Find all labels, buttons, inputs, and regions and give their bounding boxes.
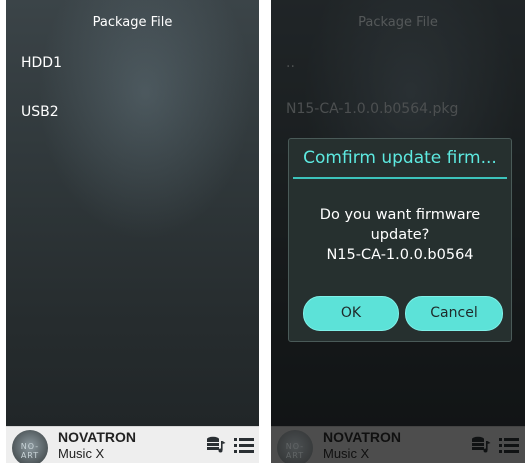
package-file-screen-left: Package File HDD1 USB2 NO-ART NOVATRON M… bbox=[6, 0, 259, 463]
ok-button[interactable]: OK bbox=[303, 296, 399, 331]
dialog-message-filename: N15-CA-1.0.0.b0564 bbox=[326, 247, 474, 263]
dialog-title: Comfirm update firm... bbox=[303, 148, 497, 168]
cancel-button[interactable]: Cancel bbox=[405, 296, 503, 331]
database-music-icon[interactable] bbox=[206, 436, 226, 458]
dialog-divider bbox=[293, 177, 507, 179]
album-art-label: NO-ART bbox=[20, 442, 40, 460]
now-playing-bar[interactable]: NO-ART NOVATRON Music X bbox=[6, 426, 259, 463]
dialog-message: Do you want firmware update? N15-CA-1.0.… bbox=[289, 205, 511, 265]
menu-list-icon[interactable] bbox=[234, 436, 254, 458]
confirm-update-dialog: Comfirm update firm... Do you want firmw… bbox=[288, 138, 512, 342]
list-item-hdd1[interactable]: HDD1 bbox=[21, 55, 62, 71]
album-art[interactable]: NO-ART bbox=[12, 430, 48, 463]
dialog-message-line: update? bbox=[370, 227, 430, 243]
package-file-screen-right: Package File .. N15-CA-1.0.0.b0564.pkg N… bbox=[271, 0, 525, 463]
list-item-usb2[interactable]: USB2 bbox=[21, 104, 59, 120]
screen-title: Package File bbox=[92, 15, 173, 30]
now-playing-brand: NOVATRON bbox=[58, 429, 137, 445]
dialog-message-line: Do you want firmware bbox=[319, 207, 481, 223]
now-playing-subtitle: Music X bbox=[58, 446, 105, 461]
